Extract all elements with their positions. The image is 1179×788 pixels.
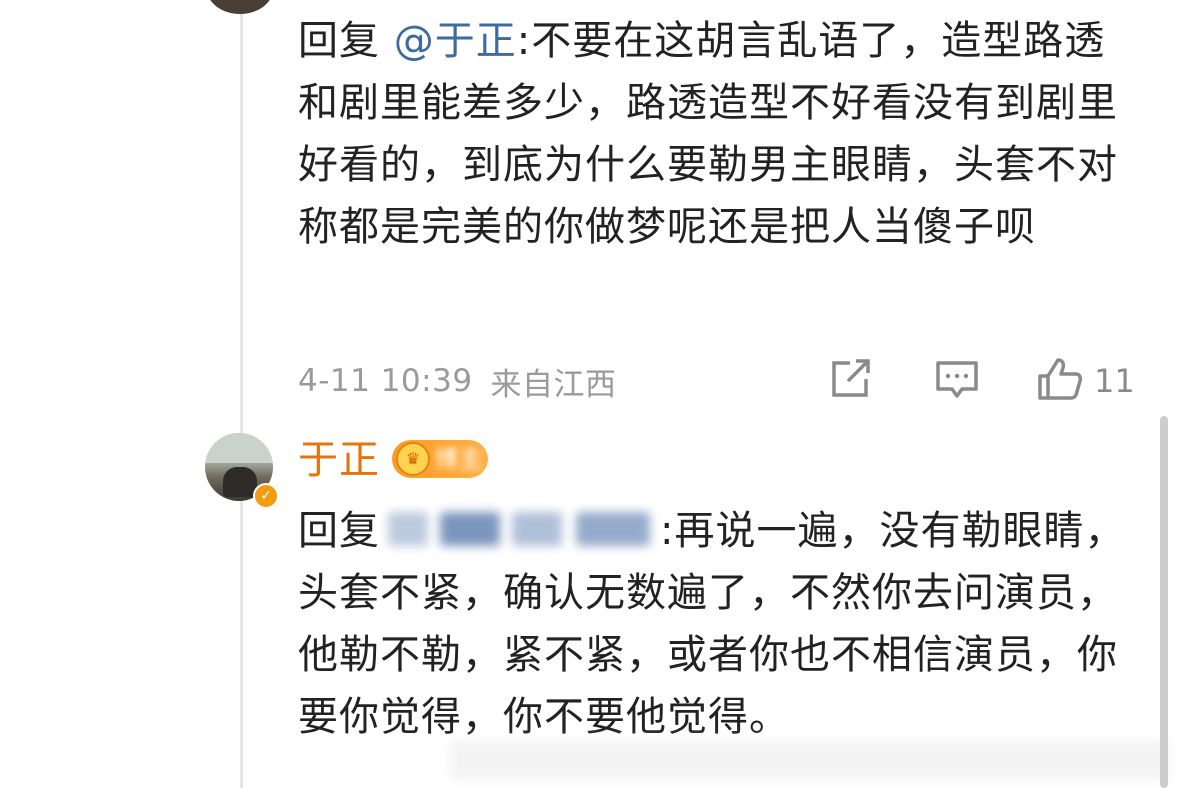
verified-badge-icon: ✓ [253, 483, 279, 509]
share-button[interactable] [828, 358, 874, 404]
comment-body: 回复 @于正:不要在这胡言乱语了，造型路透和剧里能差多少，路透造型不好看没有到剧… [298, 10, 1138, 258]
share-icon [828, 357, 874, 405]
mention-link[interactable]: @于正 [394, 18, 517, 64]
location: 来自江西 [490, 366, 617, 403]
crown-icon: ♛ [396, 442, 430, 476]
like-button[interactable]: 11 [1036, 358, 1135, 404]
avatar-background [205, 433, 273, 463]
avatar-figure [223, 467, 257, 497]
reply-button[interactable] [934, 358, 980, 404]
username[interactable]: 于正 [298, 430, 380, 490]
author-badge-label: 博主 [434, 445, 482, 473]
reply-prefix: 回复 [298, 18, 380, 64]
reply-prefix: 回复 [298, 508, 380, 554]
comment-meta: 4-11 10:39 来自江西 [298, 358, 617, 404]
author-badge: ♛ 博主 [392, 440, 488, 478]
avatar[interactable] [206, 0, 274, 14]
watermark [450, 740, 1170, 780]
comment-body: 回复:再说一遍，没有勒眼睛，头套不紧，确认无数遍了，不然你去问演员，他勒不勒，紧… [298, 500, 1138, 748]
scrollbar[interactable] [1160, 416, 1168, 788]
comment-icon [934, 357, 980, 405]
timestamp: 4-11 10:39 [298, 363, 473, 399]
thread-line [240, 0, 243, 788]
like-count: 11 [1094, 362, 1135, 400]
redacted-mention[interactable] [380, 506, 660, 550]
thumbs-up-icon [1036, 356, 1084, 406]
